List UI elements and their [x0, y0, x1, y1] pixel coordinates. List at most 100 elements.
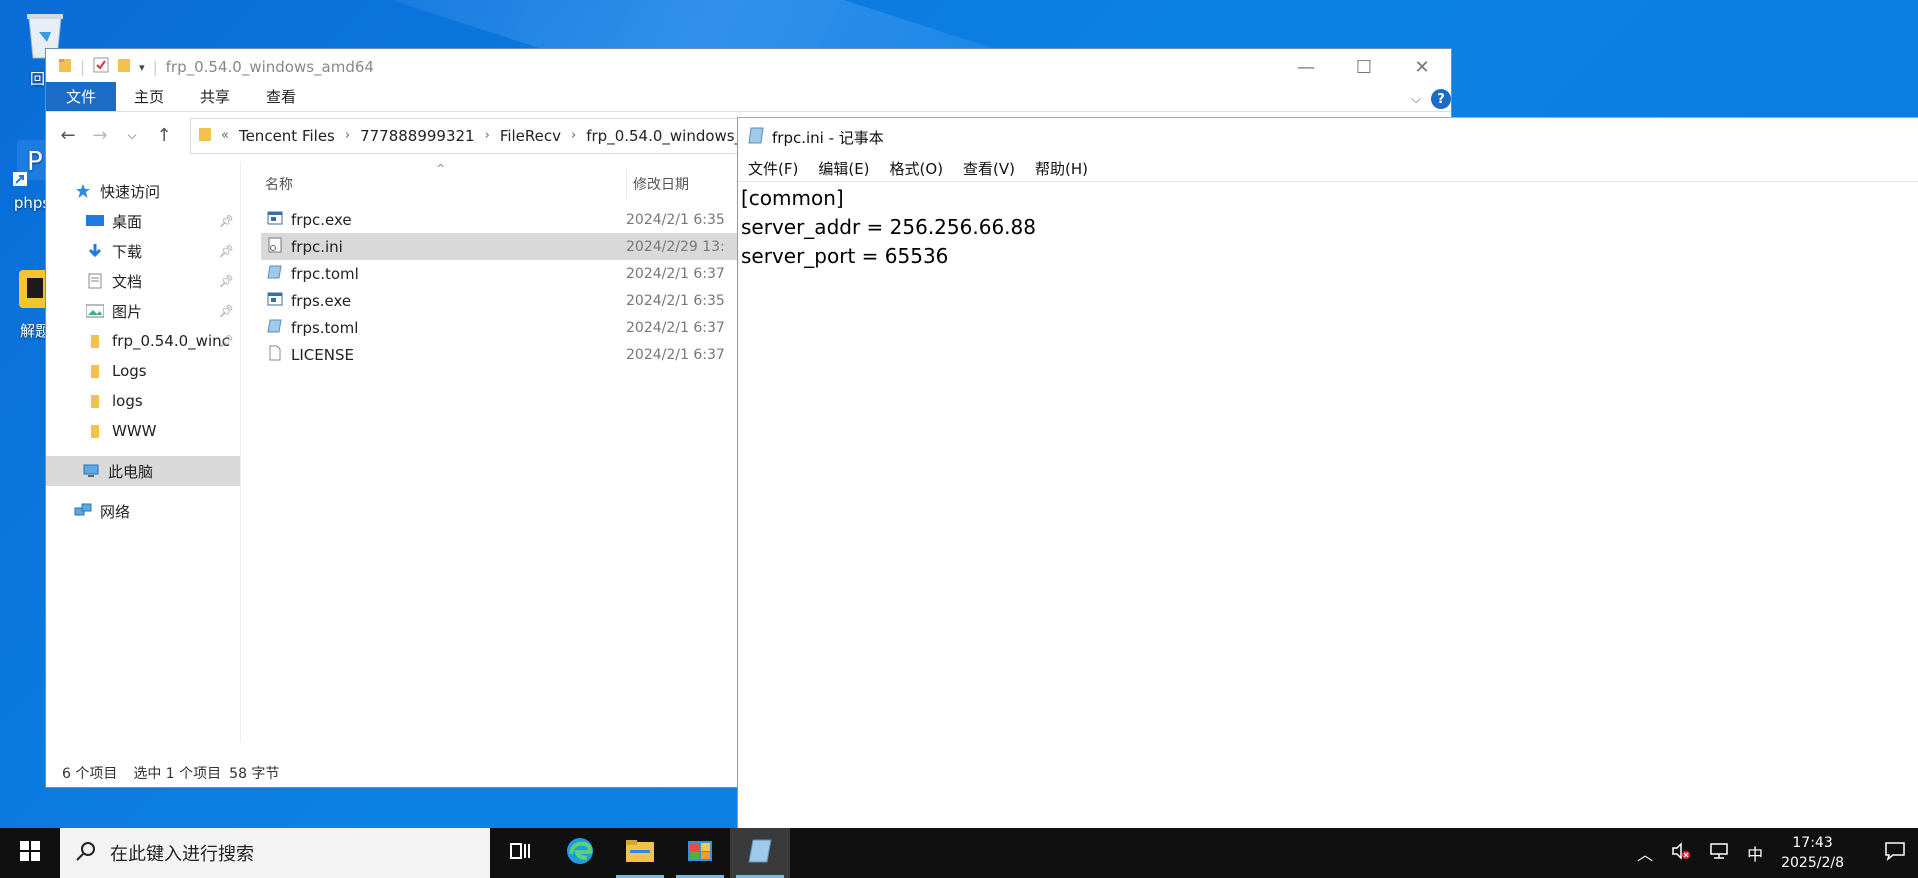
- explorer-titlebar: | ▾ | frp_0.54.0_windows_amd64 — ☐ ✕: [46, 49, 1451, 85]
- column-header-name[interactable]: 名称: [261, 174, 626, 194]
- nav-item-desktop[interactable]: 桌面 📌︎: [46, 206, 240, 236]
- notification-center-icon[interactable]: [1884, 841, 1906, 865]
- volume-muted-icon[interactable]: [1671, 842, 1691, 864]
- task-view-button[interactable]: [490, 828, 550, 878]
- nav-label: Logs: [112, 362, 147, 380]
- new-folder-icon[interactable]: [117, 57, 131, 77]
- file-name: frps.exe: [291, 291, 352, 310]
- column-header-row: ^ 名称 修改日期: [261, 162, 786, 206]
- tab-home[interactable]: 主页: [116, 82, 182, 111]
- folder-icon: [86, 363, 104, 379]
- toml-icon: [267, 264, 283, 284]
- sort-ascending-icon: ^: [436, 162, 446, 175]
- tab-share[interactable]: 共享: [182, 82, 248, 111]
- nav-item-logs-upper[interactable]: Logs: [46, 356, 240, 386]
- toolbar-divider: |: [80, 58, 86, 76]
- menu-file[interactable]: 文件(F): [738, 158, 808, 179]
- menu-format[interactable]: 格式(O): [880, 158, 954, 179]
- file-row[interactable]: frpc.toml 2024/2/1 6:37: [261, 260, 786, 287]
- menu-view[interactable]: 查看(V): [953, 158, 1025, 179]
- nav-label: 快速访问: [100, 182, 161, 201]
- nav-item-downloads[interactable]: 下载 📌︎: [46, 236, 240, 266]
- minimize-button[interactable]: —: [1277, 49, 1335, 85]
- column-header-modified[interactable]: 修改日期: [626, 169, 689, 199]
- back-button[interactable]: ←: [54, 121, 82, 151]
- pin-icon[interactable]: 📌︎: [219, 244, 234, 258]
- breadcrumb-item[interactable]: frp_0.54.0_windows_amd64: [586, 127, 749, 145]
- pin-icon[interactable]: 📌︎: [219, 334, 234, 348]
- input-method-indicator[interactable]: 中: [1747, 841, 1763, 865]
- nav-network[interactable]: 网络: [46, 496, 240, 526]
- toolbar-divider: |: [152, 58, 158, 76]
- menu-edit[interactable]: 编辑(E): [808, 158, 879, 179]
- show-hidden-icons-icon[interactable]: ︿: [1637, 841, 1653, 865]
- file-row[interactable]: LICENSE 2024/2/1 6:37: [261, 341, 786, 368]
- pin-icon[interactable]: 📌︎: [219, 214, 234, 228]
- picture-icon: [86, 303, 104, 319]
- help-icon[interactable]: ?: [1431, 89, 1451, 109]
- nav-label: 图片: [112, 302, 143, 321]
- item-count: 6 个项目: [62, 766, 118, 782]
- file-name: frpc.exe: [291, 210, 352, 229]
- nav-quick-access[interactable]: 快速访问: [46, 176, 240, 206]
- pin-icon[interactable]: 📌︎: [219, 274, 234, 288]
- chevron-right-icon: ›: [571, 128, 577, 143]
- network-status-icon[interactable]: [1709, 842, 1729, 864]
- navigation-pane: 快速访问 桌面 📌︎ 下载 📌︎ 文档 📌︎ 图片 📌︎ frp_0.54.0_…: [46, 162, 241, 742]
- taskbar-control-panel[interactable]: [670, 828, 730, 878]
- system-clock[interactable]: 17:43 2025/2/8: [1781, 833, 1844, 873]
- nav-label: 此电脑: [108, 462, 154, 481]
- notepad-menubar: 文件(F) 编辑(E) 格式(O) 查看(V) 帮助(H): [738, 156, 1918, 182]
- chevron-right-icon: ›: [484, 128, 490, 143]
- tab-view[interactable]: 查看: [248, 82, 314, 111]
- file-row[interactable]: frps.toml 2024/2/1 6:37: [261, 314, 786, 341]
- nav-item-documents[interactable]: 文档 📌︎: [46, 266, 240, 296]
- nav-label: logs: [112, 392, 143, 410]
- breadcrumb-item[interactable]: FileRecv: [500, 127, 561, 145]
- tab-file[interactable]: 文件: [46, 82, 117, 111]
- quick-access-toolbar: | ▾ | frp_0.54.0_windows_amd64: [46, 57, 374, 77]
- nav-label: 桌面: [112, 212, 143, 231]
- breadcrumb-overflow-icon[interactable]: «: [221, 128, 229, 143]
- breadcrumb-item[interactable]: 777888999321: [360, 127, 475, 145]
- notepad-text-area[interactable]: [common] server_addr = 256.256.66.88 ser…: [738, 182, 1918, 273]
- recent-locations-button[interactable]: ⌵: [118, 121, 146, 151]
- taskbar-notepad[interactable]: [730, 828, 790, 878]
- nav-item-logs-lower[interactable]: logs: [46, 386, 240, 416]
- forward-button[interactable]: →: [86, 121, 114, 151]
- file-explorer-icon: [625, 838, 655, 868]
- address-bar[interactable]: « Tencent Files › 777888999321 › FileRec…: [190, 117, 750, 154]
- close-button[interactable]: ✕: [1393, 49, 1451, 85]
- nav-this-pc[interactable]: 此电脑: [46, 456, 240, 486]
- toml-icon: [267, 318, 283, 338]
- breadcrumb-item[interactable]: Tencent Files: [239, 127, 335, 145]
- pin-icon[interactable]: 📌︎: [219, 304, 234, 318]
- taskbar-edge[interactable]: [550, 828, 610, 878]
- properties-icon[interactable]: [93, 57, 109, 77]
- maximize-button[interactable]: ☐: [1335, 49, 1393, 85]
- file-row[interactable]: frpc.exe 2024/2/1 6:35: [261, 206, 786, 233]
- file-name: LICENSE: [291, 345, 354, 364]
- nav-label: WWW: [112, 422, 157, 440]
- nav-item-frp-folder[interactable]: frp_0.54.0_winc 📌︎: [46, 326, 240, 356]
- nav-item-www[interactable]: WWW: [46, 416, 240, 446]
- file-row[interactable]: frps.exe 2024/2/1 6:35: [261, 287, 786, 314]
- start-button[interactable]: [0, 828, 60, 878]
- customize-dropdown-icon[interactable]: ▾: [139, 61, 145, 74]
- folder-icon: [199, 126, 211, 146]
- file-list: ^ 名称 修改日期 frpc.exe 2024/2/1 6:35 frpc.in…: [261, 162, 786, 742]
- clock-date: 2025/2/8: [1781, 855, 1844, 871]
- nav-label: 下载: [112, 242, 143, 261]
- status-bar: 6 个项目 选中 1 个项目 58 字节: [62, 763, 279, 783]
- notepad-titlebar: frpc.ini - 记事本: [738, 118, 1918, 156]
- expand-ribbon-icon[interactable]: ⌵: [1411, 92, 1421, 107]
- folder-icon: [86, 393, 104, 409]
- up-button[interactable]: ↑: [150, 121, 178, 151]
- file-row[interactable]: frpc.ini 2024/2/29 13:: [261, 233, 786, 260]
- taskbar-search-box[interactable]: 在此键入进行搜索: [60, 828, 490, 878]
- edge-browser-icon: [565, 836, 595, 870]
- task-view-icon: [509, 841, 531, 865]
- menu-help[interactable]: 帮助(H): [1025, 158, 1098, 179]
- nav-item-pictures[interactable]: 图片 📌︎: [46, 296, 240, 326]
- taskbar-file-explorer[interactable]: [610, 828, 670, 878]
